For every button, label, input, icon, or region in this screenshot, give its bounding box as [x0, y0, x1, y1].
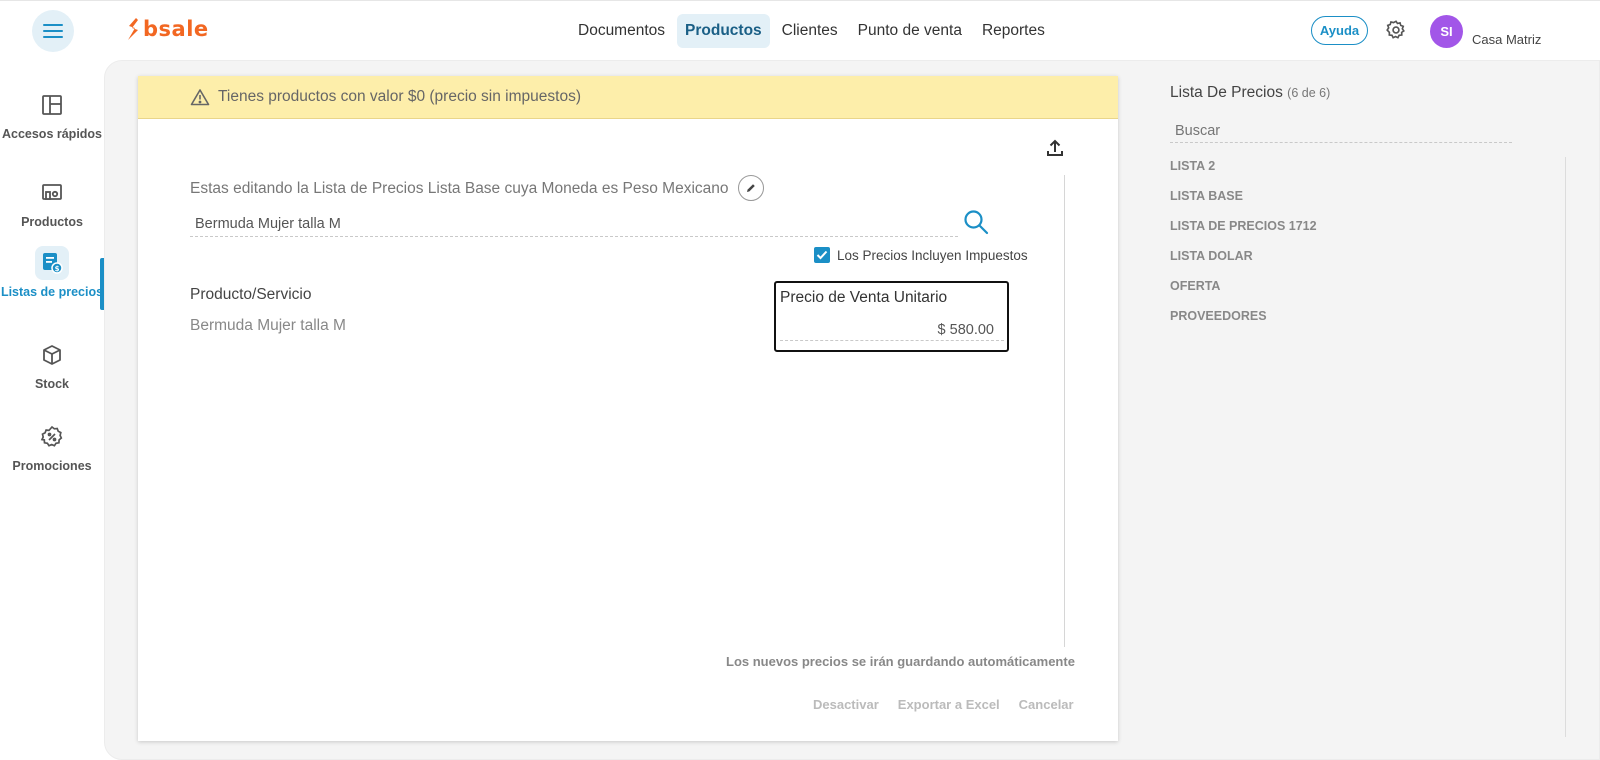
products-icon: [42, 184, 62, 200]
help-button[interactable]: Ayuda: [1311, 16, 1368, 45]
price-lists-title: Lista De Precios (6 de 6): [1170, 84, 1330, 102]
upload-icon: [1047, 139, 1063, 156]
sidebar-item-label: Accesos rápidos: [1, 127, 103, 141]
list-item-proveedores[interactable]: PROVEEDORES: [1170, 307, 1317, 337]
nav-productos[interactable]: Productos: [677, 14, 770, 48]
warning-icon: [190, 89, 210, 106]
menu-button[interactable]: [32, 10, 74, 52]
sidebar-item-accesos-rapidos[interactable]: Accesos rápidos: [0, 88, 104, 141]
price-list-editor: Tienes productos con valor $0 (precio si…: [138, 76, 1118, 741]
pencil-icon: [747, 184, 755, 192]
top-nav: Documentos Productos Clientes Punto de v…: [570, 14, 1053, 48]
logo[interactable]: bsale: [126, 17, 209, 41]
branch-name[interactable]: Casa Matriz: [1472, 32, 1541, 47]
box-icon: [43, 345, 61, 365]
price-lists-heading: Lista De Precios: [1170, 84, 1283, 101]
search-icon: [964, 210, 989, 235]
editing-description: Estas editando la Lista de Precios Lista…: [190, 180, 729, 197]
list-item-lista-2[interactable]: LISTA 2: [1170, 157, 1317, 187]
autosave-note: Los nuevos precios se irán guardando aut…: [726, 654, 1075, 669]
bsale-logo-icon: [128, 18, 138, 40]
settings-button[interactable]: [1385, 19, 1407, 46]
export-excel-button[interactable]: Exportar a Excel: [898, 697, 1000, 712]
upload-button[interactable]: [1045, 138, 1065, 163]
price-list-search-input[interactable]: [1170, 120, 1512, 143]
nav-documentos[interactable]: Documentos: [570, 14, 673, 48]
nav-punto-de-venta[interactable]: Punto de venta: [850, 14, 970, 48]
product-search-input[interactable]: [190, 212, 958, 237]
check-icon: [816, 250, 828, 260]
list-item-lista-de-precios-1712[interactable]: LISTA DE PRECIOS 1712: [1170, 217, 1317, 247]
nav-clientes[interactable]: Clientes: [774, 14, 846, 48]
avatar[interactable]: SI: [1430, 15, 1463, 48]
sidebar-item-productos[interactable]: Productos: [0, 176, 104, 229]
list-item-lista-dolar[interactable]: LISTA DOLAR: [1170, 247, 1317, 277]
sidebar-item-promociones[interactable]: Promociones: [0, 420, 104, 473]
price-list-list: LISTA 2 LISTA BASE LISTA DE PRECIOS 1712…: [1170, 157, 1317, 337]
warning-text: Tienes productos con valor $0 (precio si…: [218, 88, 581, 105]
sidebar: Accesos rápidos Productos $ Listas de pr…: [0, 60, 104, 760]
cancel-button[interactable]: Cancelar: [1019, 697, 1074, 712]
logo-text: bsale: [143, 17, 209, 41]
sidebar-item-label: Stock: [34, 377, 70, 391]
price-list-icon: $: [43, 253, 63, 274]
sidebar-item-listas-de-precios[interactable]: $ Listas de precios: [0, 246, 104, 299]
column-header-price: Precio de Venta Unitario: [780, 289, 948, 306]
sidebar-item-label: Listas de precios: [0, 285, 104, 299]
product-name: Bermuda Mujer talla M: [190, 317, 346, 334]
sidebar-item-label: Promociones: [12, 459, 92, 473]
includes-taxes-label: Los Precios Incluyen Impuestos: [837, 247, 1028, 263]
warning-banner: Tienes productos con valor $0 (precio si…: [138, 76, 1118, 119]
unit-price-input[interactable]: [780, 319, 1004, 341]
price-lists-count: (6 de 6): [1287, 86, 1331, 100]
footer-actions: Desactivar Exportar a Excel Cancelar: [813, 697, 1074, 712]
column-header-product: Producto/Servicio: [190, 286, 312, 303]
search-button[interactable]: [962, 208, 990, 241]
list-item-lista-base[interactable]: LISTA BASE: [1170, 187, 1317, 217]
deactivate-button[interactable]: Desactivar: [813, 697, 879, 712]
svg-text:$: $: [55, 265, 60, 273]
sidebar-item-stock[interactable]: Stock: [0, 338, 104, 391]
top-bar: bsale Documentos Productos Clientes Punt…: [0, 0, 1600, 60]
discount-badge-icon: [40, 425, 63, 447]
includes-taxes-toggle[interactable]: Los Precios Incluyen Impuestos: [814, 247, 1028, 263]
gear-icon: [1386, 20, 1405, 39]
list-item-oferta[interactable]: OFERTA: [1170, 277, 1317, 307]
hamburger-icon: [43, 24, 63, 38]
edit-list-button[interactable]: [738, 175, 764, 201]
price-column: Precio de Venta Unitario: [774, 281, 1009, 352]
divider: [1064, 175, 1065, 647]
scrollbar[interactable]: [1565, 157, 1566, 737]
sidebar-item-label: Productos: [21, 215, 83, 229]
includes-taxes-checkbox[interactable]: [814, 247, 830, 263]
layout-icon: [42, 95, 62, 115]
nav-reportes[interactable]: Reportes: [974, 14, 1053, 48]
